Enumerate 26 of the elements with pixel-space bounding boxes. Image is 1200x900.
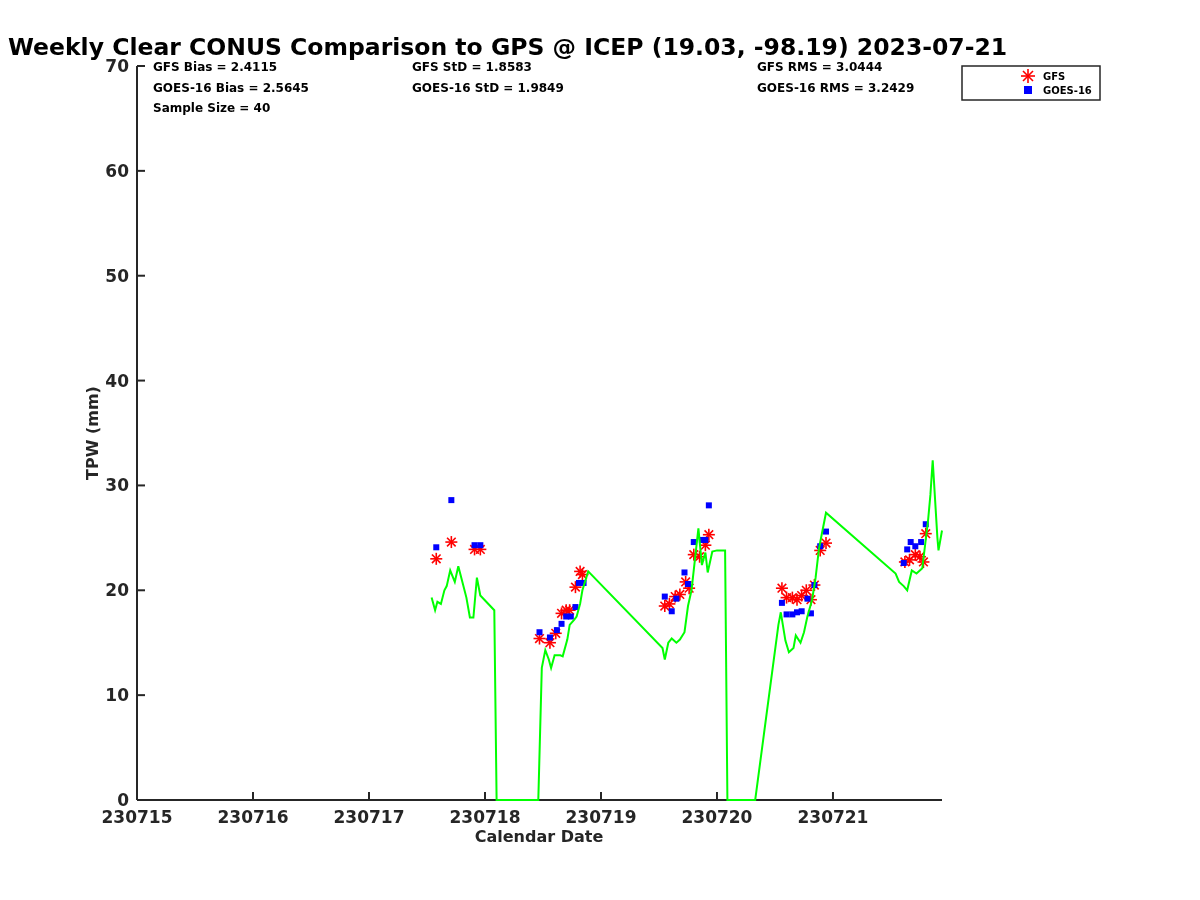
statistic-label: GFS StD = 1.8583 (412, 60, 532, 74)
y-tick-label: 50 (105, 265, 129, 286)
x-tick-label: 230719 (565, 807, 637, 827)
y-tick-label: 20 (105, 580, 129, 601)
x-tick-label: 230718 (449, 807, 521, 827)
statistic-label: Sample Size = 40 (153, 101, 271, 115)
x-tick-label: 230716 (217, 807, 289, 827)
legend-label: GOES-16 (1043, 85, 1092, 96)
x-tick-label: 230720 (681, 807, 753, 827)
x-axis-label: Calendar Date (474, 827, 604, 846)
y-tick-label: 60 (105, 160, 129, 181)
y-tick-label: 30 (105, 475, 129, 496)
x-tick-label: 230721 (797, 807, 869, 827)
y-tick-label: 40 (105, 370, 129, 391)
x-tick-label: 230715 (101, 807, 173, 827)
legend-label: GFS (1043, 71, 1066, 82)
x-tick-label: 230717 (333, 807, 405, 827)
y-tick-label: 70 (105, 56, 129, 76)
y-tick-label: 10 (105, 685, 129, 706)
statistic-label: GOES-16 Bias = 2.5645 (153, 80, 309, 95)
statistic-label: GFS RMS = 3.0444 (757, 60, 883, 74)
statistic-label: GOES-16 RMS = 3.2429 (757, 80, 915, 95)
statistic-label: GOES-16 StD = 1.9849 (412, 80, 564, 95)
y-tick-label: 0 (117, 790, 129, 810)
y-axis-label: TPW (mm) (83, 386, 102, 480)
statistic-label: GFS Bias = 2.4115 (153, 60, 278, 74)
